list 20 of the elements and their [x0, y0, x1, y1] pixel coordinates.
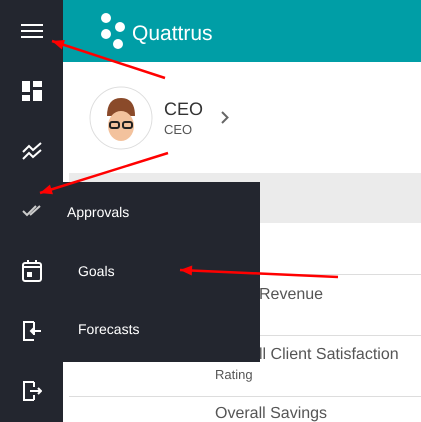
logo-text: Quattrus — [132, 22, 213, 46]
login-icon[interactable] — [22, 321, 42, 341]
chevron-right-icon[interactable] — [221, 111, 230, 124]
profile-role: CEO — [164, 122, 194, 136]
menu-item[interactable]: Goals — [78, 263, 260, 279]
goal-title: Overall Savings — [215, 405, 328, 422]
dashboard-icon[interactable] — [22, 81, 42, 101]
menu-icon[interactable] — [20, 24, 42, 38]
profile-name: CEO — [164, 98, 204, 120]
goal-title: ll Client Satisfaction — [259, 346, 399, 364]
logout-icon[interactable] — [22, 381, 42, 401]
trend-icon[interactable] — [22, 142, 42, 160]
goal-subtitle: Rating — [215, 367, 253, 382]
menu-title: Approvals — [67, 204, 130, 220]
double-check-icon[interactable] — [22, 205, 42, 217]
menu-item[interactable]: Forecasts — [78, 321, 260, 337]
calendar-icon[interactable] — [22, 260, 42, 282]
logo-icon — [100, 13, 126, 49]
goal-title: Revenue — [259, 286, 324, 304]
avatar[interactable] — [89, 86, 153, 150]
